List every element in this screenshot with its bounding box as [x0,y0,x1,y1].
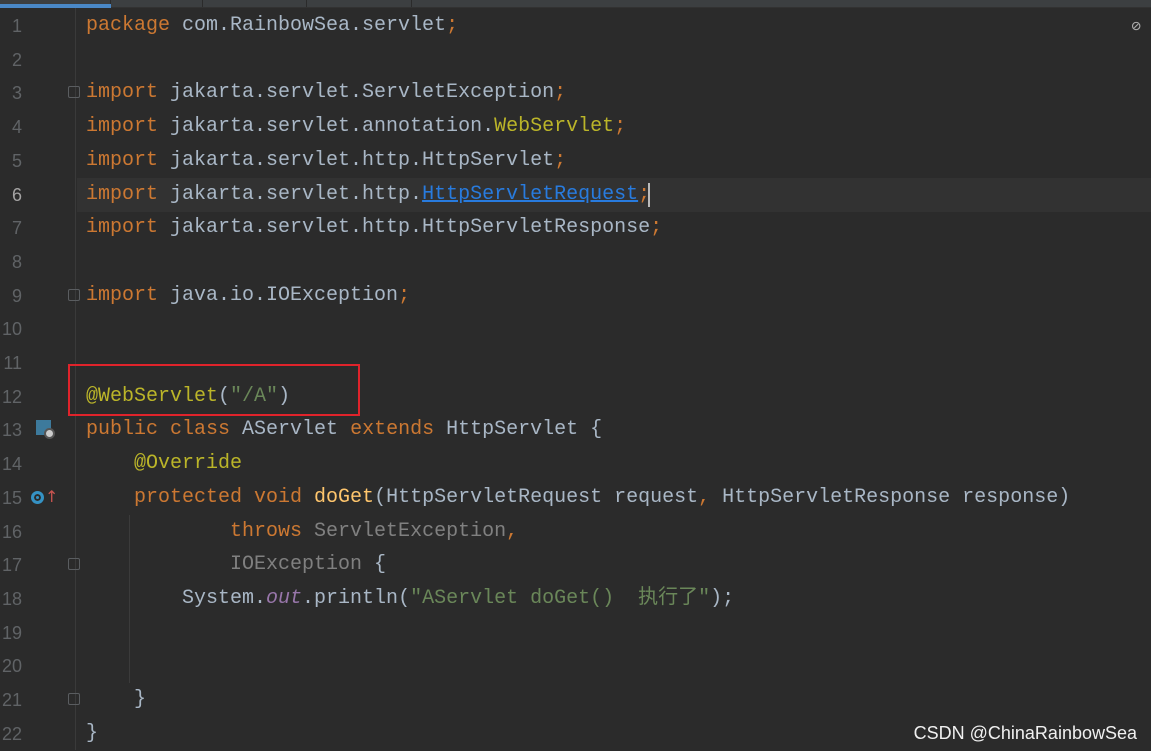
line-number: 21 [1,690,22,710]
code-token: { [374,553,387,577]
line-number: 20 [1,656,22,677]
code-line[interactable]: import jakarta.servlet.ServletException; [86,76,566,110]
line-number: 13 [1,420,22,441]
override-method-icon[interactable]: ↑ [31,487,58,509]
code-token: java.io.IOException [170,283,399,307]
code-token: import [86,283,171,307]
line-number: 9 [11,285,22,306]
code-token: extends [350,418,447,442]
code-token: jakarta.servlet.http.HttpServletResponse [170,216,651,240]
code-token: System. [86,586,267,610]
line-number: 7 [11,218,22,239]
code-token: import [86,115,171,139]
code-token: package [86,14,183,37]
line-number: 16 [1,521,22,542]
code-token: HttpServletResponse response) [722,485,1071,509]
line-number: 1 [11,16,22,36]
code-token: } [86,721,99,745]
code-line[interactable]: System.out.println("AServlet doGet() 执行了… [86,582,734,616]
code-token: AServlet [242,418,351,442]
fold-marker-icon[interactable] [68,693,80,705]
code-line[interactable]: package com.RainbowSea.servlet; [86,9,458,43]
line-number: 8 [11,251,22,272]
code-token: import [86,216,171,240]
line-number: 12 [1,386,22,407]
code-token: throws [86,519,315,543]
line-number: 5 [11,150,22,171]
code-line[interactable]: @Override [86,447,242,481]
editor-tab-bar [0,0,1151,8]
code-line[interactable]: protected void doGet(HttpServletRequest … [86,481,1070,515]
code-token: public class [86,418,243,442]
code-line[interactable]: public class AServlet extends HttpServle… [86,413,602,447]
code-token: , [698,485,723,509]
fold-marker-icon[interactable] [68,86,80,99]
code-token: "AServlet doGet() 执行了" [410,586,711,610]
code-token: import [86,182,171,206]
line-number: 4 [11,117,22,138]
code-token: out [266,586,303,610]
code-token: ; [650,216,663,240]
code-token: ServletException [314,519,507,543]
line-number: 19 [1,622,22,643]
code-token: protected void [86,485,315,509]
code-token: ; [446,14,459,37]
code-token: (HttpServletRequest request [374,485,699,509]
code-line[interactable]: import jakarta.servlet.http.HttpServletR… [86,211,662,245]
code-token: import [86,148,171,172]
fold-marker-icon[interactable] [68,558,80,571]
fold-marker-icon[interactable] [68,288,80,301]
highlight-annotation-box [68,364,360,416]
watermark: CSDN @ChinaRainbowSea [913,723,1137,743]
code-token: com.RainbowSea.servlet [182,14,447,37]
code-line[interactable]: import java.io.IOException; [86,279,410,313]
code-line[interactable]: IOException { [86,548,386,582]
code-token: ; [554,81,567,105]
code-token: @Override [86,452,243,476]
text-caret [648,183,650,207]
line-number: 3 [11,83,22,104]
code-token: .println( [302,586,411,610]
line-number: 17 [1,555,22,576]
code-token: } [86,688,147,711]
servlet-web-icon[interactable] [36,420,56,440]
indent-guide [129,514,130,683]
code-token: jakarta.servlet.http.HttpServlet [170,148,555,172]
code-line[interactable]: import jakarta.servlet.http.HttpServletR… [86,178,650,212]
line-number: 14 [1,454,22,475]
code-token: import [86,81,171,105]
code-line[interactable]: throws ServletException, [86,515,518,549]
code-token: , [506,519,519,543]
editor-tab[interactable] [111,0,203,7]
line-number: 15 [1,487,22,508]
code-line[interactable]: import jakarta.servlet.http.HttpServlet; [86,144,566,178]
code-token: doGet [314,485,375,509]
line-number: 22 [1,723,22,744]
line-number: 10 [1,319,22,340]
line-number: 18 [1,588,22,609]
code-token: jakarta.servlet.ServletException [170,81,555,105]
line-number: 2 [11,49,22,70]
code-token: ; [554,148,567,172]
code-token: HttpServlet { [446,418,603,442]
reader-mode-eye-icon[interactable]: ⊘ [1131,16,1141,36]
code-token: WebServlet [494,115,615,139]
code-line[interactable]: } [86,683,146,717]
line-number: 6 [11,184,22,205]
code-token: ; [614,115,627,139]
editor-tab[interactable] [307,0,412,7]
code-token: ; [398,283,411,307]
code-token: jakarta.servlet.annotation. [170,115,495,139]
code-line[interactable]: import jakarta.servlet.annotation.WebSer… [86,110,626,144]
code-token: ); [710,586,735,610]
code-line[interactable]: } [86,717,98,751]
code-token: jakarta.servlet.http. [170,182,423,206]
line-number: 11 [3,353,22,373]
class-reference-link[interactable]: HttpServletRequest [422,183,638,206]
editor-tab[interactable] [203,0,307,7]
